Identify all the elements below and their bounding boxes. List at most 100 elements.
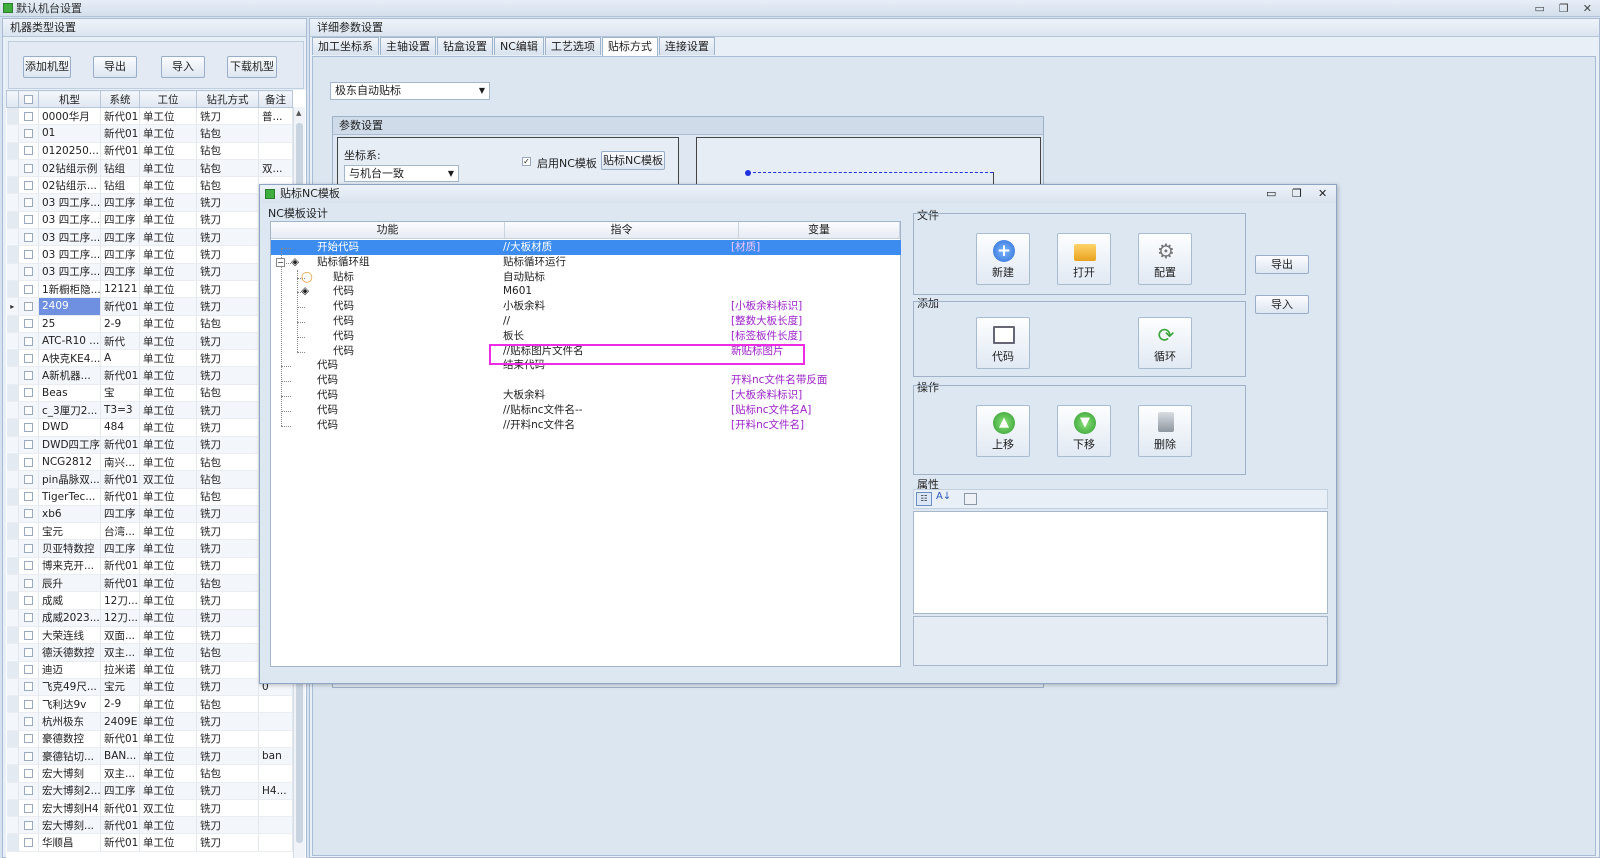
col-variable[interactable]: 变量 bbox=[739, 222, 900, 238]
open-button[interactable]: 打开 bbox=[1057, 233, 1111, 285]
table-row[interactable]: 辰升 新代01 单工位 钻包 bbox=[6, 574, 293, 593]
tree-row[interactable]: 代码 // [整数大板长度] bbox=[271, 314, 901, 329]
row-checkbox[interactable] bbox=[18, 557, 39, 576]
col-remark[interactable]: 备注 bbox=[258, 90, 293, 108]
table-row[interactable]: 博来克开... 新代01 单工位 铣刀 bbox=[6, 557, 293, 576]
row-checkbox[interactable] bbox=[18, 712, 39, 731]
col-drill-mode[interactable]: 钻孔方式 bbox=[196, 90, 259, 108]
tree-row[interactable]: ◈ 代码 M601 bbox=[271, 284, 901, 299]
row-checkbox[interactable] bbox=[18, 263, 39, 281]
table-row[interactable]: 03 四工序... 四工序 单工位 铣刀 bbox=[6, 245, 293, 264]
table-row[interactable]: 贝亚特数控 四工序 单工位 铣刀 bbox=[6, 539, 293, 558]
row-checkbox[interactable] bbox=[18, 782, 39, 800]
row-checkbox[interactable] bbox=[18, 349, 39, 368]
table-row[interactable]: 01 新代01 单工位 钻包 bbox=[6, 124, 293, 143]
coord-select[interactable]: 与机台一致 ▼ bbox=[344, 165, 459, 182]
table-row[interactable]: DWD 484 单工位 铣刀 bbox=[6, 418, 293, 437]
table-row[interactable]: TigerTec... 新代01 单工位 钻包 bbox=[6, 488, 293, 506]
row-checkbox[interactable] bbox=[18, 695, 39, 714]
table-row[interactable]: 25 2-9 单工位 钻包 bbox=[6, 315, 293, 333]
table-row[interactable]: 德沃德数控 双主... 单工位 钻包 bbox=[6, 643, 293, 662]
row-checkbox[interactable] bbox=[18, 332, 39, 351]
table-row[interactable]: 0120250... 新代01 单工位 钻包 bbox=[6, 142, 293, 160]
row-checkbox[interactable] bbox=[18, 574, 39, 593]
table-row[interactable]: 豪德钻切... BAN... 单工位 铣刀 ban bbox=[6, 747, 293, 766]
row-checkbox[interactable] bbox=[18, 678, 39, 697]
select-all-checkbox[interactable] bbox=[18, 90, 39, 108]
table-row[interactable]: 1新橱柜隐... 12121 单工位 铣刀 bbox=[6, 280, 293, 299]
row-checkbox[interactable] bbox=[18, 747, 39, 766]
tree-row[interactable]: 代码 小板余料 [小板余料标识] bbox=[271, 299, 901, 314]
table-row[interactable]: Beas 宝单工位 钻包 bbox=[6, 384, 293, 403]
row-checkbox[interactable] bbox=[18, 245, 39, 264]
row-checkbox[interactable] bbox=[18, 730, 39, 748]
row-checkbox[interactable] bbox=[18, 661, 39, 679]
table-row[interactable]: ATC-R10 ... 新代 单工位 铣刀 bbox=[6, 332, 293, 351]
table-row[interactable]: 03 四工序... 四工序 单工位 铣刀 bbox=[6, 228, 293, 247]
col-command[interactable]: 指令 bbox=[505, 222, 739, 238]
export-template-button[interactable]: 导出 bbox=[1255, 255, 1309, 274]
table-row[interactable]: NCG2812 南兴... 单工位 钻包 bbox=[6, 453, 293, 472]
categorized-icon[interactable]: ☷ bbox=[916, 492, 932, 506]
config-button[interactable]: ⚙ 配置 bbox=[1138, 233, 1192, 285]
row-checkbox[interactable] bbox=[18, 211, 39, 230]
row-checkbox[interactable] bbox=[18, 591, 39, 610]
table-row[interactable]: 飞克49尺... 宝元 单工位 铣刀 0 bbox=[6, 678, 293, 697]
row-checkbox[interactable] bbox=[18, 176, 39, 195]
close-icon[interactable]: ✕ bbox=[1583, 0, 1592, 17]
row-checkbox[interactable] bbox=[18, 107, 39, 126]
dialog-restore-icon[interactable]: ❐ bbox=[1292, 185, 1302, 203]
download-machine-button[interactable]: 下载机型 bbox=[227, 56, 277, 78]
property-grid[interactable] bbox=[913, 511, 1328, 614]
row-checkbox[interactable] bbox=[18, 626, 39, 645]
add-loop-button[interactable]: ⟳ 循环 bbox=[1138, 317, 1192, 369]
row-checkbox[interactable] bbox=[18, 609, 39, 627]
row-checkbox[interactable] bbox=[18, 833, 39, 852]
col-station[interactable]: 工位 bbox=[139, 90, 197, 108]
row-checkbox[interactable] bbox=[18, 470, 39, 489]
table-row[interactable]: 宏大博刻2... 四工序 单工位 铣刀 H4... bbox=[6, 782, 293, 800]
row-checkbox[interactable] bbox=[18, 280, 39, 299]
row-checkbox[interactable] bbox=[18, 193, 39, 212]
tree-row[interactable]: 代码 板长 [标签板件长度] bbox=[271, 329, 901, 344]
add-code-button[interactable]: 代码 bbox=[976, 317, 1030, 369]
scroll-up-icon[interactable]: ▲ bbox=[296, 109, 301, 117]
row-checkbox[interactable] bbox=[18, 816, 39, 835]
table-row[interactable]: DWD四工序 新代01 单工位 铣刀 bbox=[6, 436, 293, 454]
row-checkbox[interactable] bbox=[18, 539, 39, 558]
row-checkbox[interactable] bbox=[18, 401, 39, 420]
import-template-button[interactable]: 导入 bbox=[1255, 295, 1309, 314]
delete-button[interactable]: 删除 bbox=[1138, 405, 1192, 457]
row-checkbox[interactable] bbox=[18, 488, 39, 506]
table-row[interactable]: 02钻组示... 钻组 单工位 钻包 bbox=[6, 176, 293, 195]
tab-5[interactable]: 贴标方式 bbox=[601, 37, 658, 56]
enable-nc-checkbox[interactable]: ✓ bbox=[522, 157, 531, 166]
table-row[interactable]: 宏大博刻... 新代01 单工位 铣刀 bbox=[6, 816, 293, 835]
table-row[interactable]: pin晶脉双... 新代01 双工位 钻包 bbox=[6, 470, 293, 489]
tree-row[interactable]: ◯ 贴标 自动贴标 bbox=[271, 270, 901, 285]
tree-row[interactable]: 代码 开料nc文件名带反面 bbox=[271, 373, 901, 388]
tab-1[interactable]: 主轴设置 bbox=[380, 37, 436, 55]
table-row[interactable]: 飞利达9v 2-9 单工位 钻包 bbox=[6, 695, 293, 714]
tab-6[interactable]: 连接设置 bbox=[658, 37, 715, 55]
table-row[interactable]: 03 四工序... 四工序 单工位 铣刀 bbox=[6, 211, 293, 230]
new-button[interactable]: + 新建 bbox=[976, 233, 1030, 285]
table-row[interactable]: 杭州极东 2409E 单工位 铣刀 bbox=[6, 712, 293, 731]
dialog-minimize-icon[interactable]: ▭ bbox=[1266, 185, 1276, 203]
table-row[interactable]: 成威2023... 12刀... 单工位 铣刀 bbox=[6, 609, 293, 627]
col-function[interactable]: 功能 bbox=[271, 222, 505, 238]
table-row[interactable]: 豪德数控 新代01 单工位 铣刀 bbox=[6, 730, 293, 748]
row-checkbox[interactable] bbox=[18, 124, 39, 143]
row-checkbox[interactable] bbox=[18, 505, 39, 524]
tree-row[interactable]: 代码 //开料nc文件名 [开料nc文件名] bbox=[271, 418, 901, 433]
property-pages-icon[interactable] bbox=[964, 493, 977, 505]
row-checkbox[interactable] bbox=[18, 384, 39, 403]
table-row[interactable]: 宏大博刻 双主... 单工位 钻包 bbox=[6, 764, 293, 783]
row-checkbox[interactable] bbox=[18, 799, 39, 818]
import-machine-button[interactable]: 导入 bbox=[161, 56, 205, 78]
col-model[interactable]: 机型 bbox=[38, 90, 101, 108]
tab-3[interactable]: NC编辑 bbox=[494, 37, 544, 55]
move-down-button[interactable]: ▼ 下移 bbox=[1057, 405, 1111, 457]
row-checkbox[interactable] bbox=[18, 643, 39, 662]
export-machine-button[interactable]: 导出 bbox=[93, 56, 137, 78]
